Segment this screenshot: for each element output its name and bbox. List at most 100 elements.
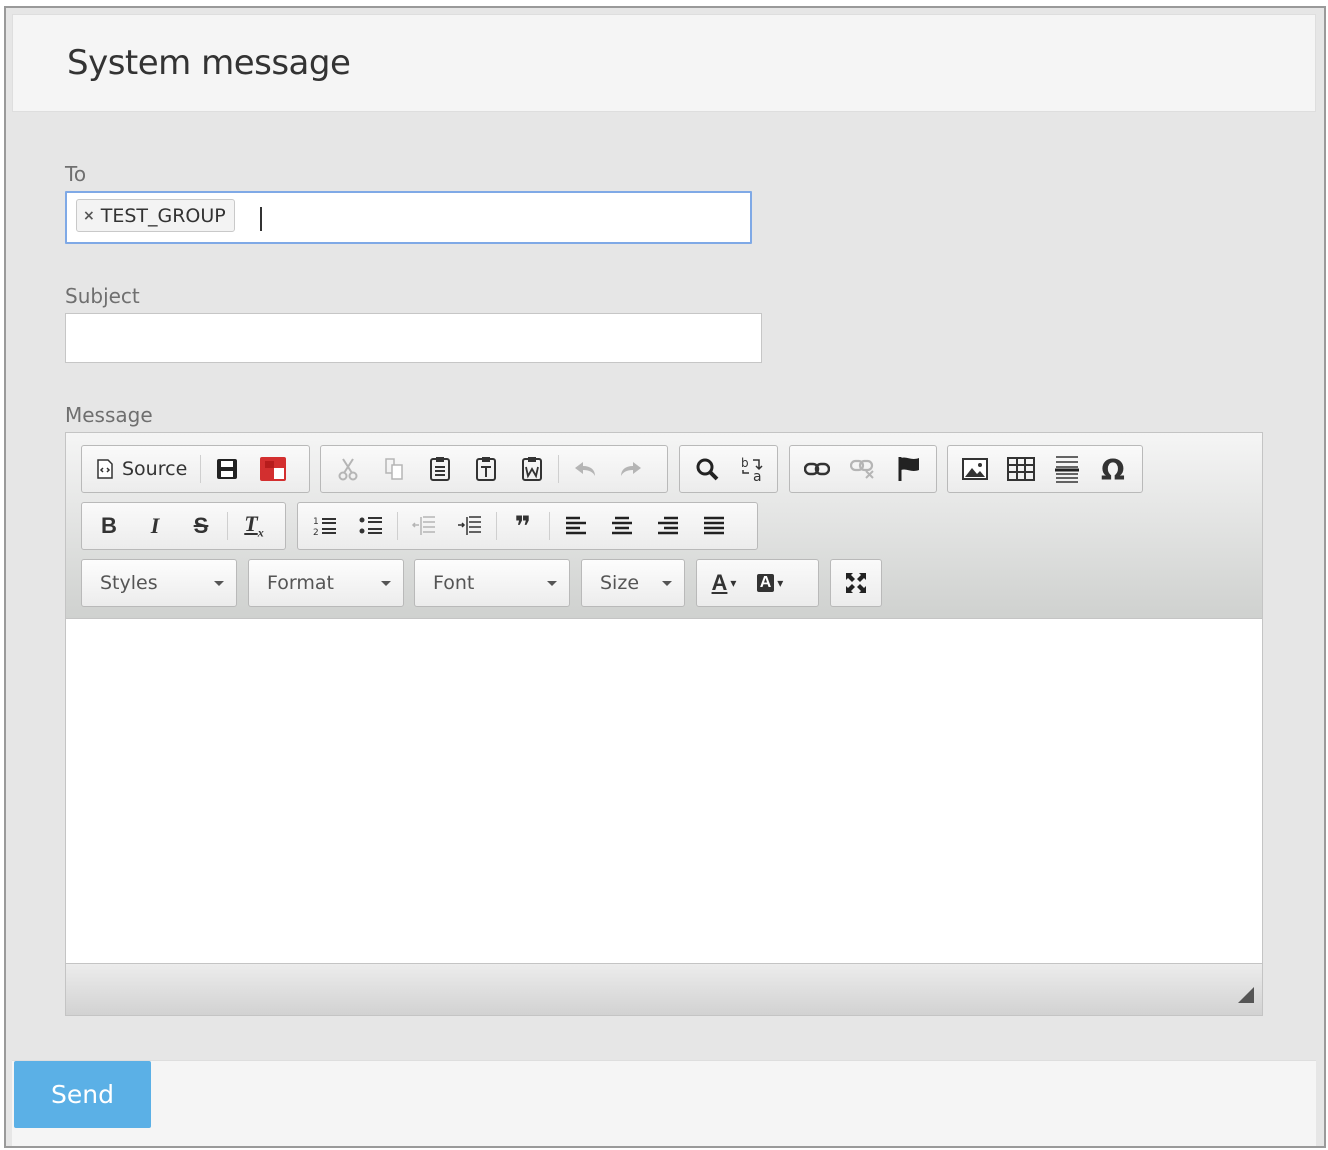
- font-dropdown[interactable]: Font: [414, 559, 570, 607]
- send-button[interactable]: Send: [14, 1061, 151, 1128]
- special-char-button[interactable]: Ω: [1090, 449, 1136, 489]
- toolbar-separator: [549, 512, 550, 540]
- svg-text:1: 1: [313, 517, 319, 527]
- paste-button[interactable]: [417, 449, 463, 489]
- indent-icon: [458, 516, 481, 535]
- editor-status-bar: [66, 963, 1262, 1015]
- justify-icon: [704, 516, 724, 535]
- replace-button[interactable]: ba: [730, 449, 776, 489]
- toolbar-group-insert: Ω: [947, 445, 1143, 493]
- toolbar-group-paragraph: 12 ❞: [297, 502, 758, 550]
- format-dropdown[interactable]: Format: [248, 559, 404, 607]
- copy-icon: [385, 458, 403, 480]
- find-button[interactable]: [684, 449, 730, 489]
- omega-icon: Ω: [1101, 456, 1125, 482]
- outdent-icon: [411, 516, 435, 535]
- align-left-button[interactable]: [553, 506, 599, 546]
- numbered-list-button[interactable]: 12: [302, 506, 348, 546]
- align-right-button[interactable]: [645, 506, 691, 546]
- bulleted-list-button[interactable]: [348, 506, 394, 546]
- size-dropdown-label: Size: [600, 572, 640, 594]
- text-color-button[interactable]: A ▾: [701, 563, 747, 603]
- flag-icon: [898, 457, 919, 481]
- to-label: To: [65, 162, 87, 186]
- resize-handle-icon[interactable]: [1238, 987, 1254, 1003]
- toolbar-group-document: Source: [81, 445, 310, 493]
- chevron-down-icon: [662, 580, 672, 586]
- page-title: System message: [67, 43, 351, 83]
- size-dropdown[interactable]: Size: [581, 559, 685, 607]
- redo-icon: [621, 462, 641, 476]
- paste-text-button[interactable]: [463, 449, 509, 489]
- format-dropdown-label: Format: [267, 572, 334, 594]
- image-button[interactable]: [952, 449, 998, 489]
- chevron-down-icon: [214, 580, 224, 586]
- save-button[interactable]: [204, 449, 250, 489]
- chevron-down-icon: [381, 580, 391, 586]
- dialog-footer: [12, 1060, 1316, 1146]
- align-center-icon: [612, 516, 632, 535]
- background-color-button[interactable]: A ▾: [747, 563, 793, 603]
- svg-text:2: 2: [313, 528, 319, 537]
- toolbar-group-clipboard: [320, 445, 668, 493]
- anchor-button[interactable]: [886, 449, 932, 489]
- align-center-button[interactable]: [599, 506, 645, 546]
- subject-input[interactable]: [65, 313, 762, 363]
- blockquote-icon: ❞: [514, 509, 532, 543]
- to-input[interactable]: × TEST_GROUP: [65, 191, 752, 244]
- dialog-header: System message: [12, 14, 1316, 112]
- maximize-button[interactable]: [833, 563, 879, 603]
- align-left-icon: [566, 516, 586, 535]
- text-caret: [260, 207, 262, 231]
- toolbar-group-links: [789, 445, 937, 493]
- svg-text:b: b: [741, 456, 749, 470]
- paste-word-button[interactable]: [509, 449, 555, 489]
- unlink-button[interactable]: [840, 449, 886, 489]
- table-button[interactable]: [998, 449, 1044, 489]
- new-page-icon: [260, 457, 287, 481]
- replace-icon: ba: [741, 456, 763, 483]
- outdent-button[interactable]: [401, 506, 447, 546]
- numbered-list-icon: 12: [313, 517, 336, 537]
- unlink-icon: [850, 459, 874, 479]
- styles-dropdown-label: Styles: [100, 572, 158, 594]
- chevron-down-icon: ▾: [730, 576, 737, 590]
- font-dropdown-label: Font: [433, 572, 475, 594]
- justify-button[interactable]: [691, 506, 737, 546]
- new-page-button[interactable]: [250, 449, 296, 489]
- italic-button[interactable]: I: [132, 506, 178, 546]
- chevron-down-icon: ▾: [777, 576, 784, 590]
- undo-button[interactable]: [562, 449, 608, 489]
- redo-button[interactable]: [608, 449, 654, 489]
- editor-content-area[interactable]: [66, 620, 1262, 963]
- source-button[interactable]: Source: [86, 449, 197, 489]
- remove-tag-icon[interactable]: ×: [83, 208, 95, 224]
- cut-button[interactable]: [325, 449, 371, 489]
- indent-button[interactable]: [447, 506, 493, 546]
- link-button[interactable]: [794, 449, 840, 489]
- bold-button[interactable]: B: [86, 506, 132, 546]
- paste-word-icon: [522, 457, 542, 481]
- subject-label: Subject: [65, 284, 140, 308]
- search-icon: [696, 458, 719, 481]
- table-icon: [1007, 457, 1035, 481]
- toolbar-group-tools: [830, 559, 882, 607]
- horizontal-rule-button[interactable]: [1044, 449, 1090, 489]
- toolbar-separator: [558, 455, 559, 483]
- toolbar-separator: [496, 512, 497, 540]
- maximize-icon: [846, 573, 866, 593]
- copy-button[interactable]: [371, 449, 417, 489]
- styles-dropdown[interactable]: Styles: [81, 559, 237, 607]
- chevron-down-icon: [547, 580, 557, 586]
- bulleted-list-icon: [359, 517, 382, 534]
- toolbar-separator: [227, 512, 228, 540]
- strikethrough-button[interactable]: S: [178, 506, 224, 546]
- align-right-icon: [658, 516, 678, 535]
- text-color-icon: A: [711, 570, 728, 595]
- remove-format-button[interactable]: Tx: [231, 506, 277, 546]
- blockquote-button[interactable]: ❞: [500, 506, 546, 546]
- toolbar-separator: [200, 455, 202, 483]
- horizontal-rule-icon: [1055, 456, 1079, 483]
- link-icon: [804, 462, 830, 476]
- recipient-tag[interactable]: × TEST_GROUP: [76, 199, 235, 232]
